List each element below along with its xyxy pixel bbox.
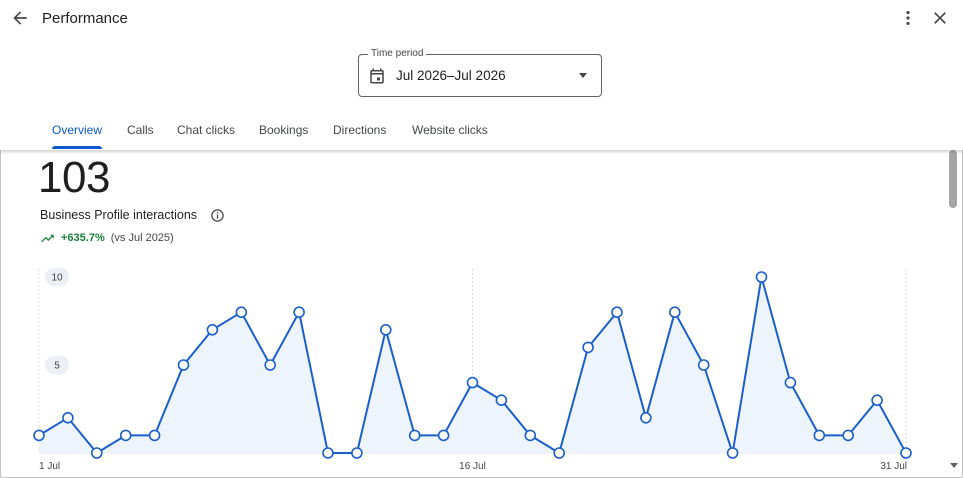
data-point bbox=[842, 429, 855, 442]
arrow-back-icon bbox=[13, 11, 27, 25]
data-point bbox=[871, 394, 883, 406]
data-point bbox=[611, 306, 623, 318]
data-point bbox=[495, 394, 508, 406]
y-tick-label: 10 bbox=[51, 273, 63, 284]
data-point bbox=[900, 447, 912, 459]
data-point bbox=[437, 429, 450, 442]
more-options-button[interactable] bbox=[896, 6, 920, 30]
data-point bbox=[206, 324, 219, 336]
x-tick-label: 31 Jul bbox=[880, 461, 907, 472]
data-point bbox=[293, 306, 305, 318]
data-point bbox=[640, 411, 652, 424]
y-tick-label: 5 bbox=[54, 361, 60, 372]
page-title: Performance bbox=[42, 10, 128, 27]
close-icon bbox=[934, 12, 946, 24]
data-point bbox=[524, 429, 537, 442]
more-vert-icon bbox=[906, 11, 910, 25]
data-point bbox=[62, 411, 74, 424]
data-point bbox=[813, 429, 826, 442]
data-point bbox=[553, 447, 566, 459]
tab-website-clicks[interactable]: Website clicks bbox=[412, 115, 488, 150]
data-point bbox=[148, 429, 161, 442]
tab-chat-clicks[interactable]: Chat clicks bbox=[177, 115, 235, 150]
tab-directions[interactable]: Directions bbox=[333, 115, 386, 150]
tab-bar: Overview Calls Chat clicks Bookings Dire… bbox=[0, 115, 700, 150]
data-point bbox=[177, 359, 190, 371]
close-button[interactable] bbox=[928, 6, 952, 30]
data-point bbox=[379, 324, 392, 336]
time-period-select[interactable]: Time period Jul 2026–Jul 2026 bbox=[358, 48, 602, 97]
tab-overview[interactable]: Overview bbox=[52, 115, 103, 150]
data-point bbox=[351, 447, 363, 459]
scrollbar-thumb[interactable] bbox=[949, 150, 957, 208]
data-point bbox=[322, 447, 334, 459]
data-point bbox=[33, 429, 45, 442]
time-period-label: Time period bbox=[368, 48, 427, 59]
tab-calls[interactable]: Calls bbox=[127, 115, 154, 150]
data-point bbox=[755, 271, 768, 283]
data-point bbox=[91, 447, 103, 459]
dropdown-caret-icon bbox=[579, 73, 587, 78]
data-point bbox=[582, 341, 594, 354]
x-tick-label: 1 Jul bbox=[39, 461, 60, 472]
header: Performance Time period Jul 2026–Jul 202… bbox=[0, 0, 963, 150]
data-point bbox=[668, 306, 681, 318]
data-point bbox=[408, 429, 421, 442]
interactions-chart: 5 10 1 Jul 16 Jul 31 Jul bbox=[33, 268, 912, 472]
data-point bbox=[697, 359, 710, 371]
data-point bbox=[466, 376, 479, 389]
data-point bbox=[726, 447, 739, 459]
data-point bbox=[119, 429, 132, 442]
overview-panel: 103 Business Profile interactions +635.7… bbox=[0, 150, 947, 478]
back-button[interactable] bbox=[8, 6, 32, 30]
x-tick-label: 16 Jul bbox=[459, 461, 486, 472]
data-point bbox=[784, 376, 797, 389]
time-period-value: Jul 2026–Jul 2026 bbox=[396, 68, 506, 83]
data-point bbox=[235, 306, 248, 318]
tab-bookings[interactable]: Bookings bbox=[259, 115, 308, 150]
data-point bbox=[264, 359, 277, 371]
calendar-icon bbox=[370, 68, 384, 84]
scroll-down-arrow-icon[interactable] bbox=[947, 460, 961, 472]
